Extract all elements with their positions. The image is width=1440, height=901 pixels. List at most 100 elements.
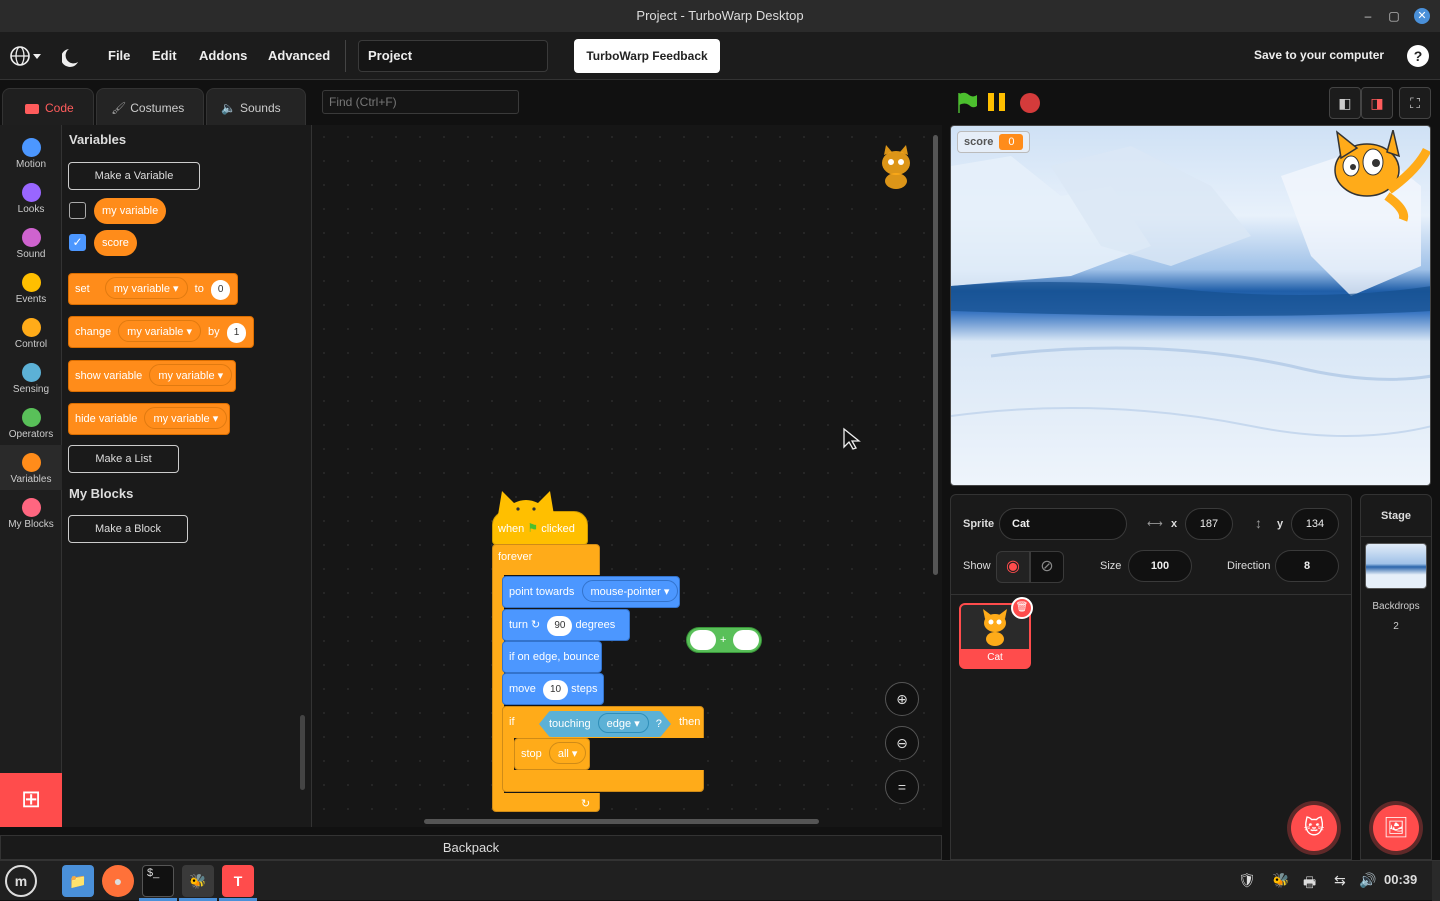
project-title-input[interactable]: Project (358, 40, 548, 72)
menu-advanced[interactable]: Advanced (268, 48, 330, 63)
turbowarp-app[interactable]: T (222, 865, 254, 897)
maximize-button[interactable]: ▢ (1386, 8, 1402, 24)
tab-sounds[interactable]: 🔈 Sounds (206, 88, 306, 126)
variable-dropdown[interactable]: my variable ▾ (104, 277, 188, 299)
script-workspace[interactable]: when ⚑ clicked forever ↻ point towards m… (312, 125, 942, 827)
operand-input[interactable] (690, 630, 716, 650)
category-motion[interactable]: Motion (0, 130, 62, 175)
touching-dropdown[interactable]: edge ▾ (597, 713, 649, 733)
score-reporter[interactable]: score (94, 230, 137, 256)
feedback-button[interactable]: TurboWarp Feedback (574, 39, 720, 73)
normal-stage-button[interactable]: ◨ (1361, 87, 1393, 119)
touching-block[interactable]: touching edge ▾ ? (539, 711, 671, 737)
pause-icon[interactable] (988, 93, 994, 111)
menu-edit[interactable]: Edit (152, 48, 177, 63)
my-variable-reporter[interactable]: my variable (94, 198, 167, 224)
turn-block[interactable]: turn ↻ 90 degrees (502, 609, 630, 641)
bee-app[interactable]: 🐝 (182, 865, 214, 897)
zoom-in-button[interactable]: ⊕ (885, 682, 919, 716)
workspace-vertical-scrollbar[interactable] (933, 135, 938, 575)
sprite-name-input[interactable]: Cat (999, 508, 1127, 540)
firefox-app[interactable]: ● (102, 865, 134, 897)
terminal-app[interactable]: $_ (142, 865, 174, 897)
value-input[interactable]: 0 (210, 280, 231, 300)
category-sound[interactable]: Sound (0, 220, 62, 265)
shield-icon[interactable]: 🛡 (1238, 872, 1256, 889)
workspace-horizontal-scrollbar[interactable] (424, 819, 819, 824)
stage-canvas[interactable]: score 0 (950, 125, 1431, 486)
bounce-block[interactable]: if on edge, bounce (502, 641, 602, 673)
variable-dropdown[interactable]: my variable ▾ (118, 320, 201, 342)
delete-sprite-button[interactable]: 🗑 (1011, 597, 1033, 619)
size-input[interactable]: 100 (1128, 550, 1192, 582)
tab-costumes[interactable]: 🖌 Costumes (96, 88, 204, 126)
green-flag-icon[interactable] (955, 91, 979, 115)
show-desktop-button[interactable] (1432, 861, 1440, 901)
tab-code[interactable]: Code (2, 88, 94, 126)
point-towards-block[interactable]: point towards mouse-pointer ▾ (502, 576, 680, 608)
stop-icon[interactable] (1020, 93, 1040, 113)
variable-dropdown[interactable]: my variable ▾ (149, 364, 233, 386)
show-sprite-button[interactable]: ◉ (996, 551, 1030, 583)
printer-icon[interactable]: 🖶 (1303, 872, 1316, 896)
target-dropdown[interactable]: mouse-pointer ▾ (581, 580, 679, 602)
small-stage-button[interactable]: ◧ (1329, 87, 1361, 119)
score-monitor[interactable]: score 0 (957, 131, 1031, 153)
make-list-button[interactable]: Make a List (68, 445, 179, 473)
zoom-out-button[interactable]: ⊖ (885, 726, 919, 760)
hide-variable-block[interactable]: hide variable my variable ▾ (68, 403, 230, 435)
operand-input[interactable] (733, 630, 759, 650)
backdrop-thumbnail[interactable] (1365, 543, 1427, 589)
degrees-input[interactable]: 90 (547, 616, 573, 636)
menu-file[interactable]: File (108, 48, 130, 63)
choose-sprite-button[interactable]: 🐱 (1291, 805, 1337, 851)
my-variable-checkbox[interactable] (69, 202, 86, 219)
y-input[interactable]: 134 (1291, 508, 1339, 540)
close-button[interactable]: ✕ (1414, 8, 1430, 24)
stop-dropdown[interactable]: all ▾ (548, 742, 587, 764)
change-variable-block[interactable]: change my variable ▾ by 1 (68, 316, 254, 348)
choose-backdrop-button[interactable]: 🖼 (1373, 805, 1419, 851)
move-block[interactable]: move 10 steps (502, 673, 604, 705)
make-block-button[interactable]: Make a Block (68, 515, 188, 543)
show-variable-block[interactable]: show variable my variable ▾ (68, 360, 236, 392)
palette-scrollbar[interactable] (300, 715, 305, 790)
files-app[interactable]: 📁 (62, 865, 94, 897)
stop-block[interactable]: stop all ▾ (514, 738, 590, 770)
fullscreen-button[interactable]: ⛶ (1399, 87, 1431, 119)
make-variable-button[interactable]: Make a Variable (68, 162, 200, 190)
variable-dropdown[interactable]: my variable ▾ (144, 407, 228, 429)
save-to-computer-button[interactable]: Save to your computer (1254, 48, 1384, 62)
volume-icon[interactable]: 🔊 (1359, 872, 1376, 889)
menu-addons[interactable]: Addons (199, 48, 247, 63)
set-variable-block[interactable]: set my variable ▾ to 0 (68, 273, 238, 305)
category-variables[interactable]: Variables (0, 445, 62, 490)
network-icon[interactable]: ⇆ (1334, 872, 1346, 889)
category-control[interactable]: Control (0, 310, 62, 355)
cat-sprite[interactable] (1327, 130, 1431, 222)
hide-sprite-button[interactable]: ⊘ (1030, 551, 1064, 583)
category-my-blocks[interactable]: My Blocks (0, 490, 62, 535)
category-events[interactable]: Events (0, 265, 62, 310)
add-extension-button[interactable]: ⊞ (0, 773, 62, 827)
help-button[interactable]: ? (1407, 45, 1429, 67)
clock[interactable]: 00:39 (1384, 872, 1417, 887)
value-input[interactable]: 1 (226, 323, 247, 343)
backpack[interactable]: Backpack (0, 835, 942, 860)
stage-selector[interactable]: Stage Backdrops 2 🖼 (1360, 494, 1432, 860)
score-checkbox[interactable]: ✓ (69, 234, 86, 251)
start-menu-button[interactable]: m (5, 865, 37, 897)
language-menu[interactable] (10, 45, 42, 67)
category-looks[interactable]: Looks (0, 175, 62, 220)
find-input[interactable]: Find (Ctrl+F) (322, 90, 519, 114)
add-operator-block[interactable]: + (686, 627, 762, 653)
category-operators[interactable]: Operators (0, 400, 62, 445)
direction-input[interactable]: 8 (1275, 550, 1339, 582)
minimize-button[interactable]: – (1360, 8, 1376, 24)
steps-input[interactable]: 10 (542, 680, 569, 700)
x-input[interactable]: 187 (1185, 508, 1233, 540)
category-sensing[interactable]: Sensing (0, 355, 62, 400)
bee-tray-icon[interactable]: 🐝 (1272, 872, 1289, 889)
theme-toggle[interactable] (60, 45, 82, 67)
zoom-reset-button[interactable]: = (885, 770, 919, 804)
